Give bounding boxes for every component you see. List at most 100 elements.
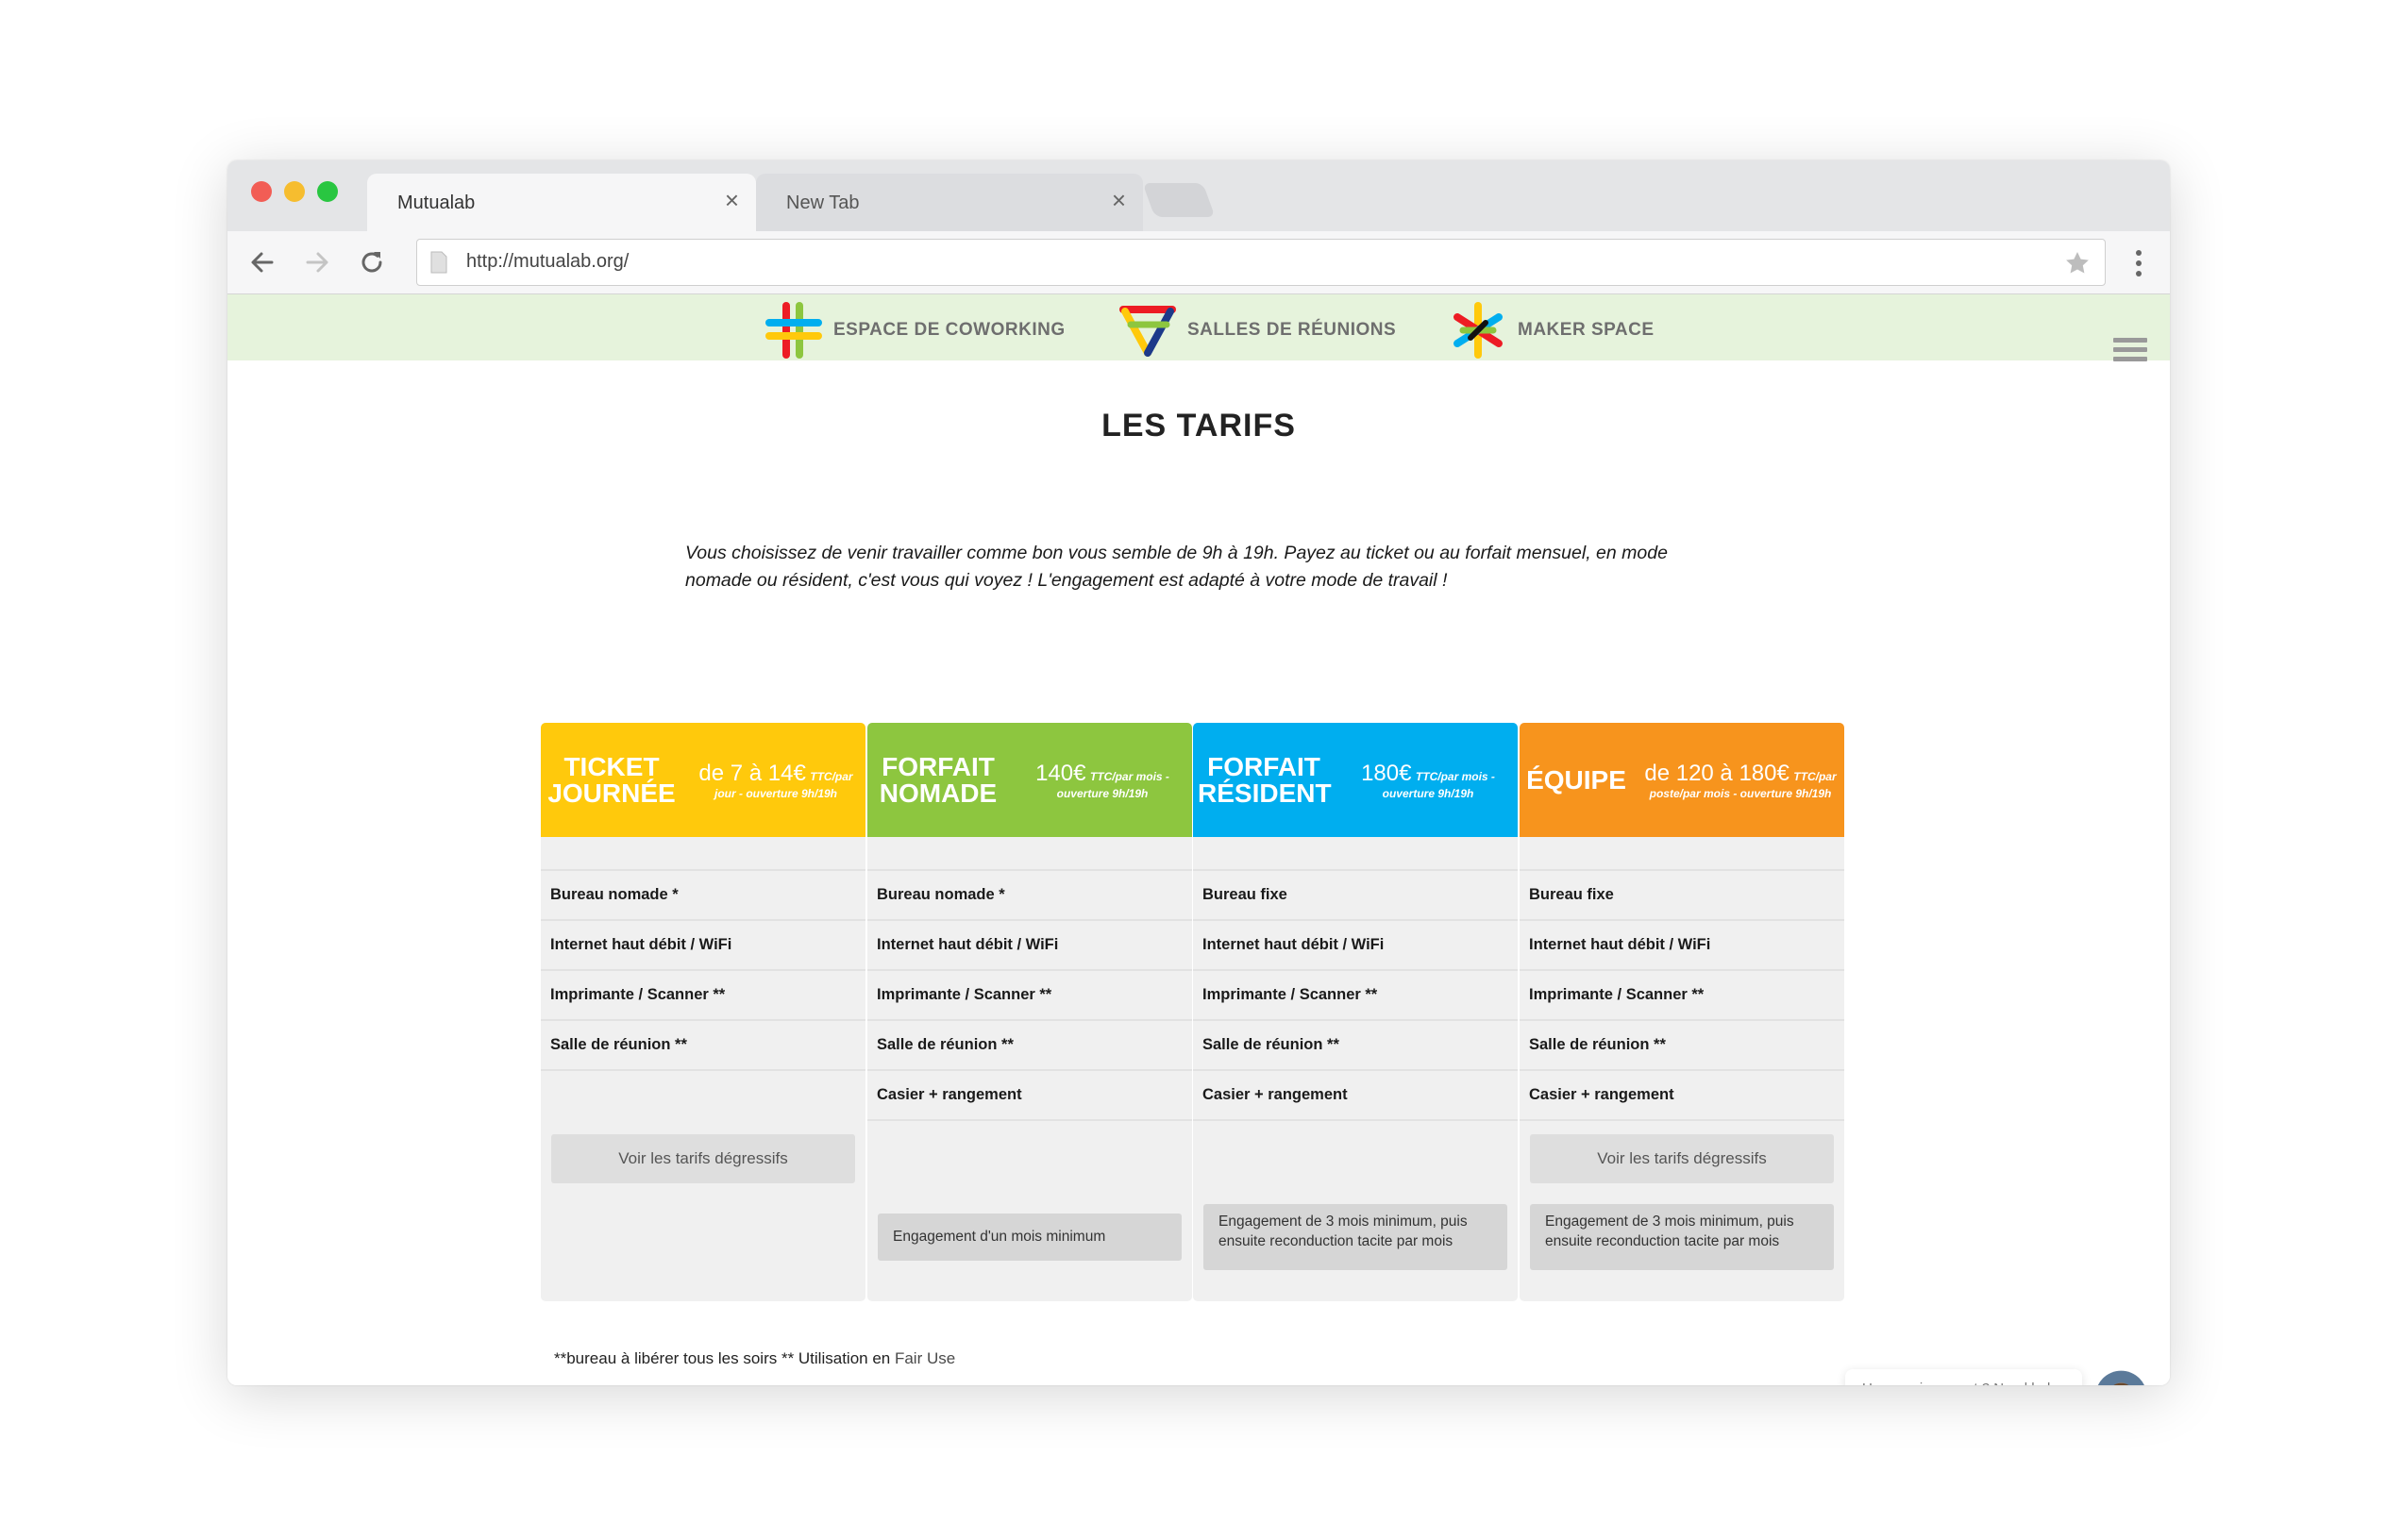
feature-item: Internet haut débit / WiFi bbox=[1520, 919, 1844, 968]
nav-item-maker-space[interactable]: MAKER SPACE bbox=[1450, 302, 1655, 359]
feature-item: Salle de réunion ** bbox=[1193, 1019, 1518, 1068]
price-unit: TTC/par mois - bbox=[1089, 769, 1169, 783]
price-main: 180€ bbox=[1361, 760, 1412, 786]
tab-title: New Tab bbox=[786, 192, 860, 213]
tab-new-tab[interactable]: New Tab × bbox=[756, 174, 1143, 231]
plan-header: FORFAIT RÉSIDENT 180€ TTC/par mois - ouv… bbox=[1193, 723, 1518, 837]
browser-toolbar: http://mutualab.org/ bbox=[227, 231, 2170, 294]
feature-item: Imprimante / Scanner ** bbox=[1520, 969, 1844, 1018]
commitment-note: Engagement de 3 mois minimum, puis ensui… bbox=[1530, 1204, 1834, 1270]
feature-item: Casier + rangement bbox=[867, 1069, 1192, 1118]
nav-item-meeting-rooms[interactable]: SALLES DE RÉUNIONS bbox=[1119, 306, 1397, 357]
feature-item: Imprimante / Scanner ** bbox=[867, 969, 1192, 1018]
feature-item: Bureau nomade * bbox=[541, 869, 865, 918]
price-main: 140€ bbox=[1035, 760, 1086, 786]
intro-text: Vous choisissez de venir travailler comm… bbox=[685, 543, 1668, 591]
feature-item: Bureau fixe bbox=[1520, 869, 1844, 918]
plan-card-forfait-nomade: FORFAIT NOMADE 140€ TTC/par mois - ouver… bbox=[867, 723, 1192, 1301]
triangle-logo-icon bbox=[1119, 306, 1176, 357]
price-unit: TTC/par bbox=[1793, 769, 1837, 783]
browser-window: Mutualab × New Tab × http://mutualab.org… bbox=[227, 160, 2170, 1385]
avatar[interactable] bbox=[2095, 1370, 2147, 1385]
feature-divider bbox=[541, 1069, 865, 1071]
plan-name: TICKET JOURNÉE bbox=[546, 751, 678, 808]
hamburger-menu-icon[interactable] bbox=[2113, 338, 2147, 366]
footnote: **bureau à libérer tous les soirs ** Uti… bbox=[554, 1349, 955, 1368]
close-icon[interactable]: × bbox=[725, 188, 739, 212]
feature-item: Internet haut débit / WiFi bbox=[1193, 919, 1518, 968]
nav-label: SALLES DE RÉUNIONS bbox=[1187, 320, 1397, 340]
tab-strip: Mutualab × New Tab × bbox=[227, 160, 2170, 231]
price-sub: ouverture 9h/19h bbox=[1382, 786, 1474, 800]
address-bar[interactable]: http://mutualab.org/ bbox=[416, 239, 2106, 286]
feature-item: Bureau nomade * bbox=[867, 869, 1192, 918]
plan-name-line: TICKET bbox=[563, 751, 660, 781]
browser-menu-icon[interactable] bbox=[2134, 248, 2143, 278]
price-sub: ouverture 9h/19h bbox=[1056, 786, 1149, 800]
plan-name: FORFAIT RÉSIDENT bbox=[1198, 751, 1332, 808]
degressive-rates-button[interactable]: Voir les tarifs dégressifs bbox=[551, 1134, 855, 1183]
feature-item: Imprimante / Scanner ** bbox=[541, 969, 865, 1018]
page-title: LES TARIFS bbox=[1101, 408, 1296, 444]
minimize-window-button[interactable] bbox=[284, 181, 305, 202]
feature-item: Casier + rangement bbox=[1193, 1069, 1518, 1118]
reload-icon[interactable] bbox=[356, 246, 388, 278]
plan-header: ÉQUIPE de 120 à 180€ TTC/par poste/par m… bbox=[1520, 723, 1844, 837]
tab-title: Mutualab bbox=[397, 192, 476, 213]
help-bubble[interactable]: Un renseignement ? Need help ? bbox=[1845, 1369, 2083, 1385]
footnote-text: **bureau à libérer tous les soirs ** Uti… bbox=[554, 1349, 895, 1367]
feature-item: Salle de réunion ** bbox=[867, 1019, 1192, 1068]
back-arrow-icon[interactable] bbox=[246, 246, 278, 278]
forward-arrow-icon[interactable] bbox=[301, 246, 333, 278]
help-chat-widget[interactable]: Un renseignement ? Need help ? bbox=[1845, 1368, 2147, 1385]
plan-price: 180€ TTC/par mois - ouverture 9h/19h bbox=[1343, 761, 1513, 800]
bookmark-star-icon[interactable] bbox=[2063, 249, 2092, 277]
fair-use-link[interactable]: Fair Use bbox=[895, 1349, 955, 1367]
nav-label: MAKER SPACE bbox=[1518, 320, 1655, 340]
nav-item-coworking[interactable]: ESPACE DE COWORKING bbox=[765, 302, 1066, 359]
feature-item: Casier + rangement bbox=[1520, 1069, 1844, 1118]
feature-item: Salle de réunion ** bbox=[1520, 1019, 1844, 1068]
site-nav: ESPACE DE COWORKING SALLES DE RÉUNIONS M… bbox=[227, 294, 2170, 360]
page-viewport: ESPACE DE COWORKING SALLES DE RÉUNIONS M… bbox=[227, 294, 2170, 1385]
plan-name: ÉQUIPE bbox=[1524, 764, 1628, 795]
star-logo-icon bbox=[1453, 302, 1503, 359]
close-window-button[interactable] bbox=[251, 181, 272, 202]
plan-price: 140€ TTC/par mois - ouverture 9h/19h bbox=[1017, 761, 1187, 800]
price-unit: TTC/par bbox=[810, 769, 853, 783]
plan-card-ticket-journee: TICKET JOURNÉE de 7 à 14€ TTC/par jour -… bbox=[541, 723, 865, 1301]
close-icon[interactable]: × bbox=[1112, 188, 1126, 212]
plan-price: de 7 à 14€ TTC/par jour - ouverture 9h/1… bbox=[691, 761, 861, 800]
price-sub: jour - ouverture 9h/19h bbox=[714, 786, 838, 800]
feature-divider bbox=[867, 1119, 1192, 1121]
plan-header: FORFAIT NOMADE 140€ TTC/par mois - ouver… bbox=[867, 723, 1192, 837]
plan-name-line: NOMADE bbox=[879, 778, 998, 808]
url-text: http://mutualab.org/ bbox=[466, 251, 630, 272]
plan-name-line: FORFAIT bbox=[1207, 751, 1320, 781]
maximize-window-button[interactable] bbox=[317, 181, 338, 202]
hash-logo-icon bbox=[765, 302, 822, 359]
plan-card-forfait-resident: FORFAIT RÉSIDENT 180€ TTC/par mois - ouv… bbox=[1193, 723, 1518, 1301]
commitment-note: Engagement d'un mois minimum bbox=[878, 1214, 1182, 1261]
plan-name: FORFAIT NOMADE bbox=[872, 751, 1004, 808]
plan-header: TICKET JOURNÉE de 7 à 14€ TTC/par jour -… bbox=[541, 723, 865, 837]
page-icon bbox=[430, 251, 447, 274]
price-main: de 7 à 14€ bbox=[698, 760, 806, 786]
feature-item: Internet haut débit / WiFi bbox=[541, 919, 865, 968]
tab-mutualab[interactable]: Mutualab × bbox=[367, 174, 756, 231]
feature-item: Bureau fixe bbox=[1193, 869, 1518, 918]
feature-divider bbox=[1193, 1119, 1518, 1121]
plan-name-line: JOURNÉE bbox=[547, 778, 676, 808]
plan-name-line: ÉQUIPE bbox=[1526, 764, 1626, 795]
new-tab-button[interactable] bbox=[1142, 183, 1216, 217]
plan-name-line: RÉSIDENT bbox=[1198, 778, 1332, 808]
feature-item: Internet haut débit / WiFi bbox=[867, 919, 1192, 968]
nav-label: ESPACE DE COWORKING bbox=[833, 320, 1066, 340]
plan-card-equipe: ÉQUIPE de 120 à 180€ TTC/par poste/par m… bbox=[1520, 723, 1844, 1301]
degressive-rates-button[interactable]: Voir les tarifs dégressifs bbox=[1530, 1134, 1834, 1183]
commitment-note: Engagement de 3 mois minimum, puis ensui… bbox=[1203, 1204, 1507, 1270]
feature-item: Imprimante / Scanner ** bbox=[1193, 969, 1518, 1018]
feature-item: Salle de réunion ** bbox=[541, 1019, 865, 1068]
price-main: de 120 à 180€ bbox=[1644, 760, 1790, 786]
plan-name-line: FORFAIT bbox=[882, 751, 995, 781]
